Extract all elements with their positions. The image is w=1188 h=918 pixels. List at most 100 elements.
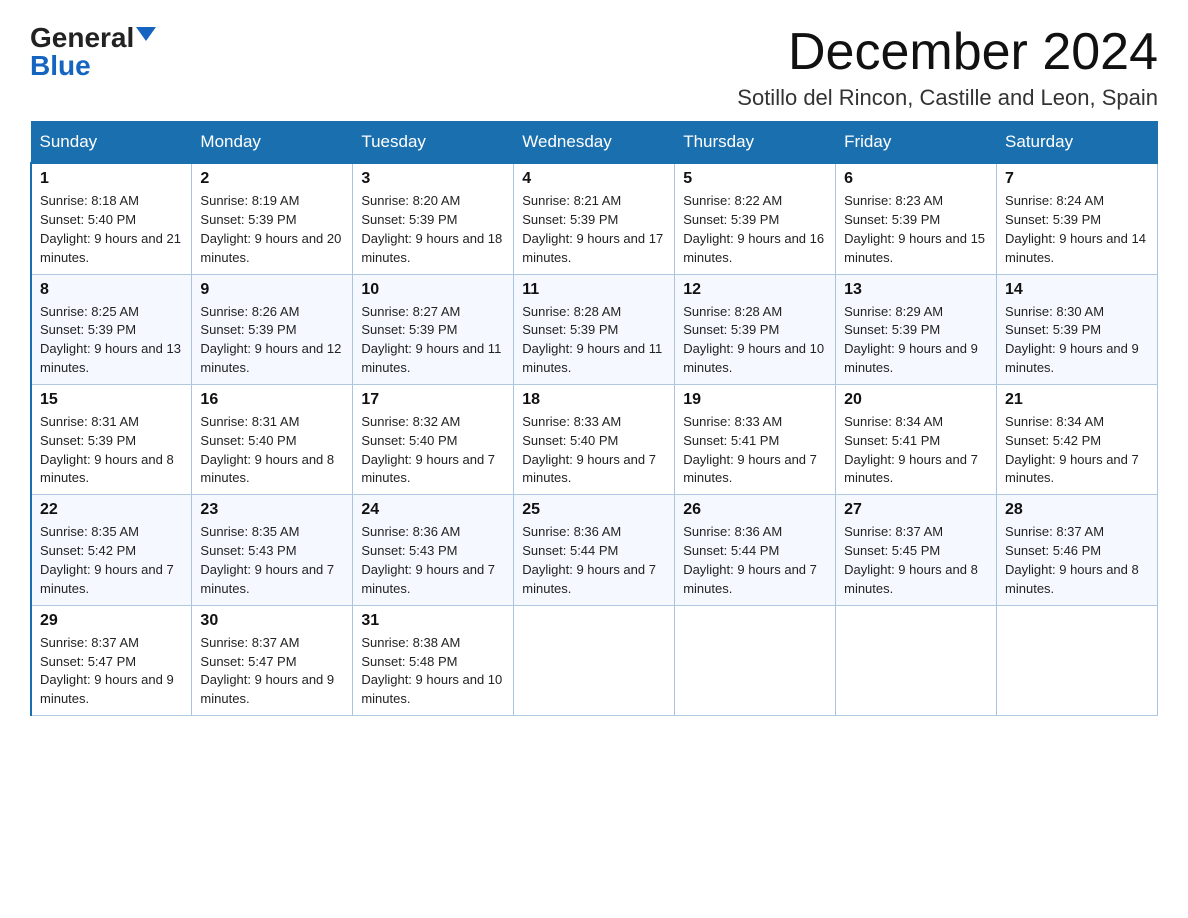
day-info: Sunrise: 8:19 AMSunset: 5:39 PMDaylight:… <box>200 192 344 267</box>
calendar-title: December 2024 <box>737 24 1158 81</box>
day-number: 27 <box>844 501 988 519</box>
logo-blue-text: Blue <box>30 52 91 80</box>
day-number: 3 <box>361 170 505 188</box>
day-cell <box>675 605 836 715</box>
day-cell: 7Sunrise: 8:24 AMSunset: 5:39 PMDaylight… <box>997 163 1158 274</box>
day-cell: 25Sunrise: 8:36 AMSunset: 5:44 PMDayligh… <box>514 495 675 605</box>
day-number: 4 <box>522 170 666 188</box>
day-number: 29 <box>40 612 183 630</box>
calendar-header: SundayMondayTuesdayWednesdayThursdayFrid… <box>31 122 1158 164</box>
day-info: Sunrise: 8:22 AMSunset: 5:39 PMDaylight:… <box>683 192 827 267</box>
day-number: 6 <box>844 170 988 188</box>
day-cell: 20Sunrise: 8:34 AMSunset: 5:41 PMDayligh… <box>836 384 997 494</box>
day-info: Sunrise: 8:27 AMSunset: 5:39 PMDaylight:… <box>361 303 505 378</box>
day-info: Sunrise: 8:35 AMSunset: 5:42 PMDaylight:… <box>40 523 183 598</box>
day-info: Sunrise: 8:25 AMSunset: 5:39 PMDaylight:… <box>40 303 183 378</box>
day-number: 16 <box>200 391 344 409</box>
day-cell: 18Sunrise: 8:33 AMSunset: 5:40 PMDayligh… <box>514 384 675 494</box>
day-number: 19 <box>683 391 827 409</box>
day-cell: 13Sunrise: 8:29 AMSunset: 5:39 PMDayligh… <box>836 274 997 384</box>
day-cell: 26 Sunrise: 8:36 AMSunset: 5:44 PMDayligh… <box>675 495 836 605</box>
calendar-subtitle: Sotillo del Rincon, Castille and Leon, S… <box>737 85 1158 111</box>
day-cell: 24 Sunrise: 8:36 AMSunset: 5:43 PMDayligh… <box>353 495 514 605</box>
day-number: 26 <box>683 501 827 519</box>
header-row: SundayMondayTuesdayWednesdayThursdayFrid… <box>31 122 1158 164</box>
day-cell: 17Sunrise: 8:32 AMSunset: 5:40 PMDayligh… <box>353 384 514 494</box>
header-cell-tuesday: Tuesday <box>353 122 514 164</box>
logo-general-text: General <box>30 24 134 52</box>
day-cell: 16Sunrise: 8:31 AMSunset: 5:40 PMDayligh… <box>192 384 353 494</box>
logo: General Blue <box>30 24 156 80</box>
logo-triangle-icon <box>136 27 156 41</box>
day-number: 13 <box>844 281 988 299</box>
day-info: Sunrise: 8:37 AMSunset: 5:46 PMDaylight:… <box>1005 523 1149 598</box>
day-info: Sunrise: 8:28 AMSunset: 5:39 PMDaylight:… <box>683 303 827 378</box>
day-info: Sunrise: 8:33 AMSunset: 5:40 PMDaylight:… <box>522 413 666 488</box>
day-cell: 1 Sunrise: 8:18 AMSunset: 5:40 PMDaylight… <box>31 163 192 274</box>
calendar-table: SundayMondayTuesdayWednesdayThursdayFrid… <box>30 121 1158 716</box>
day-cell: 10Sunrise: 8:27 AMSunset: 5:39 PMDayligh… <box>353 274 514 384</box>
day-cell: 6 Sunrise: 8:23 AMSunset: 5:39 PMDaylight… <box>836 163 997 274</box>
day-number: 11 <box>522 281 666 299</box>
day-info: Sunrise: 8:30 AMSunset: 5:39 PMDaylight:… <box>1005 303 1149 378</box>
day-cell: 19 Sunrise: 8:33 AMSunset: 5:41 PMDayligh… <box>675 384 836 494</box>
day-info: Sunrise: 8:32 AMSunset: 5:40 PMDaylight:… <box>361 413 505 488</box>
day-cell: 11 Sunrise: 8:28 AMSunset: 5:39 PMDayligh… <box>514 274 675 384</box>
day-info: Sunrise: 8:23 AMSunset: 5:39 PMDaylight:… <box>844 192 988 267</box>
calendar-body: 1 Sunrise: 8:18 AMSunset: 5:40 PMDaylight… <box>31 163 1158 715</box>
day-cell: 30 Sunrise: 8:37 AMSunset: 5:47 PMDayligh… <box>192 605 353 715</box>
day-info: Sunrise: 8:34 AMSunset: 5:41 PMDaylight:… <box>844 413 988 488</box>
day-cell: 12 Sunrise: 8:28 AMSunset: 5:39 PMDayligh… <box>675 274 836 384</box>
day-cell: 2 Sunrise: 8:19 AMSunset: 5:39 PMDaylight… <box>192 163 353 274</box>
day-cell <box>514 605 675 715</box>
day-cell: 23 Sunrise: 8:35 AMSunset: 5:43 PMDayligh… <box>192 495 353 605</box>
day-number: 31 <box>361 612 505 630</box>
day-number: 8 <box>40 281 183 299</box>
day-info: Sunrise: 8:36 AMSunset: 5:44 PMDaylight:… <box>683 523 827 598</box>
day-cell: 4Sunrise: 8:21 AMSunset: 5:39 PMDaylight… <box>514 163 675 274</box>
day-info: Sunrise: 8:26 AMSunset: 5:39 PMDaylight:… <box>200 303 344 378</box>
day-cell: 3 Sunrise: 8:20 AMSunset: 5:39 PMDaylight… <box>353 163 514 274</box>
day-cell <box>836 605 997 715</box>
day-number: 21 <box>1005 391 1149 409</box>
week-row-1: 1 Sunrise: 8:18 AMSunset: 5:40 PMDaylight… <box>31 163 1158 274</box>
day-number: 9 <box>200 281 344 299</box>
header-cell-sunday: Sunday <box>31 122 192 164</box>
day-info: Sunrise: 8:37 AMSunset: 5:47 PMDaylight:… <box>200 634 344 709</box>
day-info: Sunrise: 8:20 AMSunset: 5:39 PMDaylight:… <box>361 192 505 267</box>
day-cell: 28 Sunrise: 8:37 AMSunset: 5:46 PMDayligh… <box>997 495 1158 605</box>
day-number: 23 <box>200 501 344 519</box>
day-number: 7 <box>1005 170 1149 188</box>
day-info: Sunrise: 8:31 AMSunset: 5:39 PMDaylight:… <box>40 413 183 488</box>
day-info: Sunrise: 8:28 AMSunset: 5:39 PMDaylight:… <box>522 303 666 378</box>
header-cell-thursday: Thursday <box>675 122 836 164</box>
day-info: Sunrise: 8:37 AMSunset: 5:45 PMDaylight:… <box>844 523 988 598</box>
week-row-5: 29 Sunrise: 8:37 AMSunset: 5:47 PMDayligh… <box>31 605 1158 715</box>
day-cell: 27 Sunrise: 8:37 AMSunset: 5:45 PMDayligh… <box>836 495 997 605</box>
week-row-2: 8 Sunrise: 8:25 AMSunset: 5:39 PMDaylight… <box>31 274 1158 384</box>
day-number: 30 <box>200 612 344 630</box>
day-info: Sunrise: 8:37 AMSunset: 5:47 PMDaylight:… <box>40 634 183 709</box>
day-cell: 29 Sunrise: 8:37 AMSunset: 5:47 PMDayligh… <box>31 605 192 715</box>
day-number: 1 <box>40 170 183 188</box>
week-row-3: 15Sunrise: 8:31 AMSunset: 5:39 PMDayligh… <box>31 384 1158 494</box>
day-number: 2 <box>200 170 344 188</box>
day-info: Sunrise: 8:33 AMSunset: 5:41 PMDaylight:… <box>683 413 827 488</box>
day-number: 14 <box>1005 281 1149 299</box>
day-info: Sunrise: 8:36 AMSunset: 5:43 PMDaylight:… <box>361 523 505 598</box>
day-number: 28 <box>1005 501 1149 519</box>
week-row-4: 22Sunrise: 8:35 AMSunset: 5:42 PMDayligh… <box>31 495 1158 605</box>
day-info: Sunrise: 8:35 AMSunset: 5:43 PMDaylight:… <box>200 523 344 598</box>
title-area: December 2024 Sotillo del Rincon, Castil… <box>737 24 1158 111</box>
day-number: 5 <box>683 170 827 188</box>
day-number: 24 <box>361 501 505 519</box>
day-cell: 9 Sunrise: 8:26 AMSunset: 5:39 PMDaylight… <box>192 274 353 384</box>
day-info: Sunrise: 8:38 AMSunset: 5:48 PMDaylight:… <box>361 634 505 709</box>
day-cell: 5 Sunrise: 8:22 AMSunset: 5:39 PMDaylight… <box>675 163 836 274</box>
day-cell: 31 Sunrise: 8:38 AMSunset: 5:48 PMDayligh… <box>353 605 514 715</box>
day-cell: 8 Sunrise: 8:25 AMSunset: 5:39 PMDaylight… <box>31 274 192 384</box>
day-info: Sunrise: 8:18 AMSunset: 5:40 PMDaylight:… <box>40 192 183 267</box>
day-cell: 22Sunrise: 8:35 AMSunset: 5:42 PMDayligh… <box>31 495 192 605</box>
day-number: 12 <box>683 281 827 299</box>
day-number: 25 <box>522 501 666 519</box>
